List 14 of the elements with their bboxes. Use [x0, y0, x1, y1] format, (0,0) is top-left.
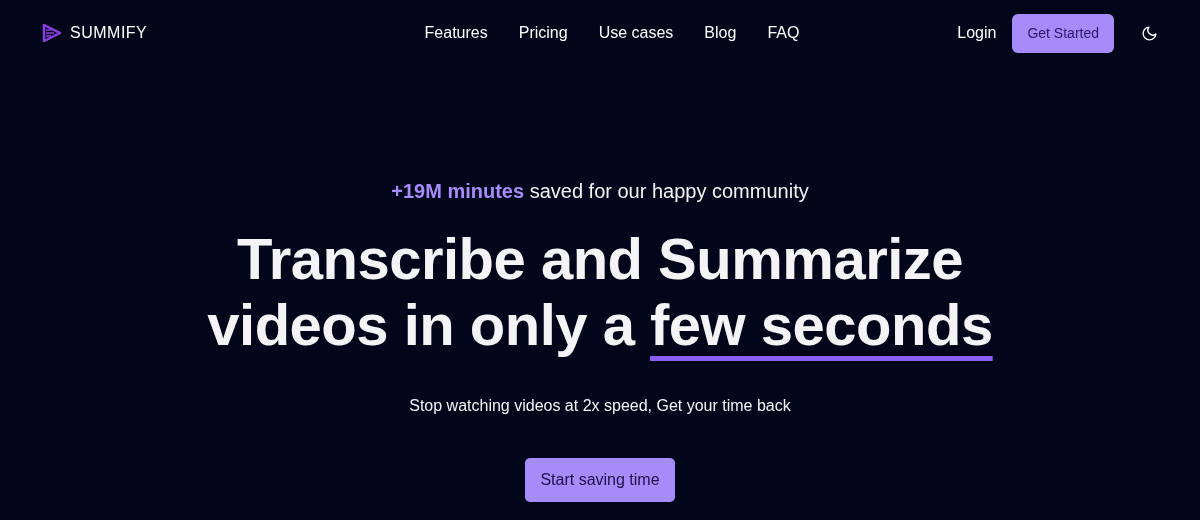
- headline: Transcribe and Summarize videos in only a few seconds: [206, 226, 994, 359]
- dark-mode-icon[interactable]: [1141, 24, 1158, 42]
- logo-icon: [42, 24, 62, 42]
- login-link[interactable]: Login: [957, 21, 997, 45]
- brand-name: SUMMIFY: [70, 23, 148, 43]
- nav-link[interactable]: Use cases: [598, 21, 674, 45]
- nav-link[interactable]: Features: [424, 21, 488, 45]
- tagline: +19M minutes saved for our happy community: [390, 179, 810, 204]
- nav-link[interactable]: FAQ: [767, 21, 800, 45]
- nav-link[interactable]: Pricing: [518, 21, 568, 45]
- nav-link[interactable]: Blog: [704, 21, 737, 45]
- subtitle: Stop watching videos at 2x speed, Get your time back: [408, 396, 792, 416]
- start-saving-button[interactable]: Start saving time: [525, 458, 675, 502]
- get-started-button[interactable]: Get Started: [1012, 13, 1114, 53]
